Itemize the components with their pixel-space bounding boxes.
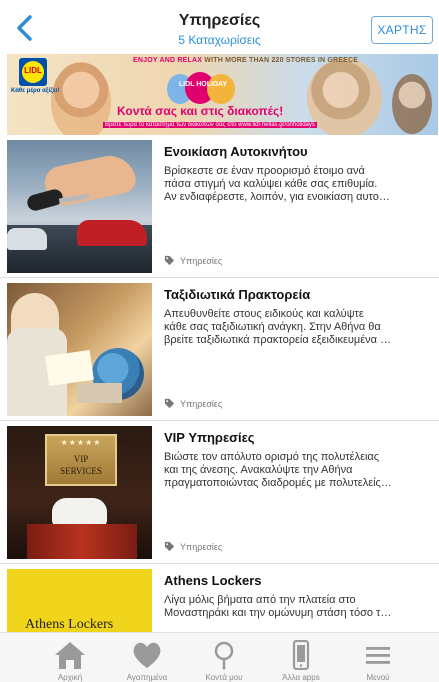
location-pin-icon bbox=[214, 641, 234, 670]
banner-photo-man bbox=[392, 74, 432, 134]
star-rating-icon: ★★★★★ bbox=[60, 438, 102, 447]
map-button[interactable]: ΧΑΡΤΗΣ bbox=[371, 16, 433, 44]
tag-icon bbox=[164, 255, 175, 266]
vip-sign-line-1: VIP bbox=[73, 454, 89, 464]
category-tag: Υπηρεσίες bbox=[164, 255, 222, 266]
app-screen: Υπηρεσίες 5 Καταχωρίσεις ΧΑΡΤΗΣ LIDL Κάθ… bbox=[0, 0, 439, 682]
item-title: Ταξιδιωτικά Πρακτορεία bbox=[164, 287, 311, 302]
banner-photo-person bbox=[51, 62, 111, 135]
bottom-tab-bar: Αρχική Αγαπημένα Κοντά μου Άλλα apps Μεν… bbox=[0, 632, 439, 682]
tab-home[interactable]: Αρχική bbox=[30, 633, 110, 682]
holiday-balloons bbox=[167, 72, 237, 106]
banner-subline: Βρείτε τώρα το κατάστημα των διακοπών σα… bbox=[103, 122, 317, 128]
phone-icon bbox=[292, 640, 310, 670]
banner-slogan: Κάθε μέρα αξίζει! bbox=[11, 88, 60, 94]
category-tag: Υπηρεσίες bbox=[164, 541, 222, 552]
lidl-logo: LIDL bbox=[19, 58, 47, 86]
home-icon bbox=[55, 642, 85, 669]
tab-nearby[interactable]: Κοντά μου bbox=[184, 633, 264, 682]
tag-icon bbox=[164, 398, 175, 409]
tab-other-apps[interactable]: Άλλα apps bbox=[261, 633, 341, 682]
nav-header: Υπηρεσίες 5 Καταχωρίσεις ΧΑΡΤΗΣ bbox=[0, 0, 439, 54]
tab-favorites[interactable]: Αγαπημένα bbox=[107, 633, 187, 682]
item-description: Βρίσκεστε σε έναν προορισμό έτοιμο ανά π… bbox=[164, 165, 390, 203]
item-description: Λίγα μόλις βήματα από την πλατεία στο Μο… bbox=[164, 594, 392, 619]
heart-icon bbox=[133, 642, 161, 668]
tab-menu[interactable]: Μενού bbox=[338, 633, 418, 682]
list-item[interactable]: Ταξιδιωτικά Πρακτορεία Απευθυνθείτε στου… bbox=[0, 283, 439, 421]
item-description: Απευθυνθείτε στους ειδικούς και καλύψτε … bbox=[164, 308, 392, 346]
ad-banner[interactable]: LIDL Κάθε μέρα αξίζει! ENJOY AND RELAX W… bbox=[7, 54, 438, 135]
list-item[interactable]: Ενοικίαση Αυτοκινήτου Βρίσκεστε σε έναν … bbox=[0, 140, 439, 278]
list-item[interactable]: ★★★★★ VIP SERVICES VIP Υπηρεσίες Βιώστε … bbox=[0, 426, 439, 564]
item-title: Athens Lockers bbox=[164, 573, 262, 588]
vip-sign-line-2: SERVICES bbox=[60, 466, 102, 476]
travel-agency-thumbnail bbox=[7, 283, 152, 416]
item-title: VIP Υπηρεσίες bbox=[164, 430, 255, 445]
banner-photo-woman bbox=[307, 58, 382, 135]
vip-services-thumbnail: ★★★★★ VIP SERVICES bbox=[7, 426, 152, 559]
banner-headline: Κοντά σας και στις διακοπές! bbox=[117, 104, 284, 118]
holiday-brand: LIDL HOLIDAY bbox=[178, 81, 228, 88]
category-tag: Υπηρεσίες bbox=[164, 398, 222, 409]
item-description: Βιώστε τον απόλυτο ορισμό της πολυτέλεια… bbox=[164, 451, 392, 489]
tag-icon bbox=[164, 541, 175, 552]
car-rental-thumbnail bbox=[7, 140, 152, 273]
item-title: Ενοικίαση Αυτοκινήτου bbox=[164, 144, 308, 159]
banner-top-line: ENJOY AND RELAX WITH MORE THAN 220 STORE… bbox=[133, 57, 359, 64]
lockers-logo-text: Athens Lockers bbox=[25, 617, 114, 632]
menu-icon bbox=[366, 647, 390, 664]
